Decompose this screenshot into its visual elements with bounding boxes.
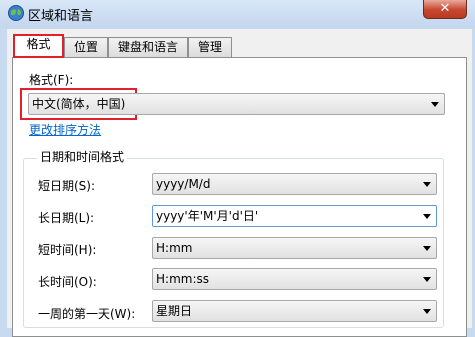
format-dropdown[interactable]: 中文(简体，中国) [28, 93, 445, 115]
chevron-down-icon [423, 277, 431, 282]
title-bar: 区域和语言 ✕ [0, 0, 475, 28]
long-time-label: 长时间(O): [38, 275, 97, 289]
window-title: 区域和语言 [28, 9, 94, 24]
format-label: 格式(F): [29, 73, 74, 87]
globe-icon [8, 5, 24, 21]
tab-format-highlight [13, 34, 64, 58]
long-time-dropdown[interactable]: H:mm:ss [152, 268, 437, 290]
change-sort-method-link[interactable]: 更改排序方法 [29, 121, 101, 138]
short-date-dropdown[interactable]: yyyy/M/d [152, 173, 437, 195]
short-date-value: yyyy/M/d [156, 177, 211, 191]
tab-administrative[interactable]: 管理 [188, 37, 232, 57]
long-date-label: 长日期(L): [38, 211, 95, 225]
format-dropdown-value: 中文(简体，中国) [32, 97, 126, 111]
long-date-dropdown[interactable]: yyyy'年'M'月'd'日' [152, 205, 437, 227]
datetime-group-title: 日期和时间格式 [37, 148, 128, 165]
chevron-down-icon [423, 246, 431, 251]
first-day-of-week-dropdown[interactable]: 星期日 [152, 300, 437, 322]
long-time-value: H:mm:ss [156, 272, 209, 286]
short-time-label: 短时间(H): [38, 243, 97, 257]
close-button[interactable]: ✕ [423, 0, 467, 19]
long-date-value: yyyy'年'M'月'd'日' [156, 209, 259, 223]
chevron-down-icon [423, 214, 431, 219]
short-date-label: 短日期(S): [38, 179, 96, 193]
chevron-down-icon [423, 309, 431, 314]
chevron-down-icon [423, 182, 431, 187]
tab-keyboards-languages[interactable]: 键盘和语言 [108, 37, 188, 57]
tab-location[interactable]: 位置 [64, 37, 108, 57]
first-day-of-week-value: 星期日 [156, 304, 193, 318]
short-time-value: H:mm [156, 241, 193, 255]
first-day-of-week-label: 一周的第一天(W): [38, 307, 136, 321]
short-time-dropdown[interactable]: H:mm [152, 237, 437, 259]
chevron-down-icon [431, 102, 439, 107]
